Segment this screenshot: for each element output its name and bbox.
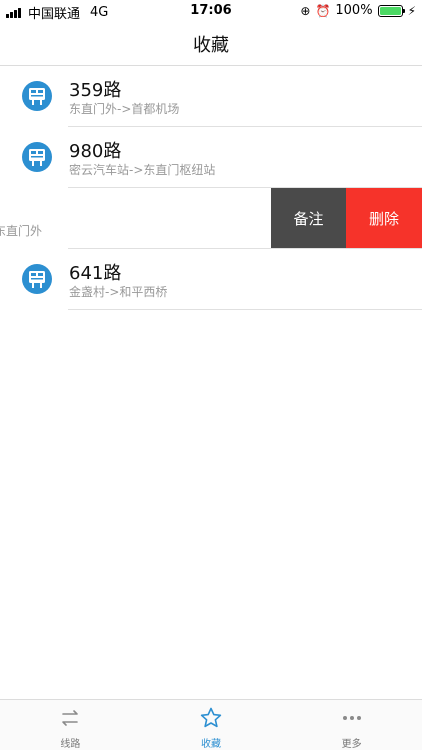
bus-stop-icon [22,81,52,111]
battery-icon [377,4,405,17]
route-direction: 金盏村->和平西桥 [69,285,168,299]
charging-icon: ⚡ [407,3,416,18]
bus-stop-icon [22,264,52,294]
list-item[interactable]: 641路 金盏村->和平西桥 [0,249,422,310]
route-direction: 东直门外->首都机场 [69,102,180,116]
battery-percent: 100% [335,3,373,18]
route-direction: 密云汽车站->东直门枢纽站 [69,163,216,177]
divider [68,309,422,310]
navigation-bar: 收藏 [0,22,422,66]
more-dots-icon [340,706,364,730]
tab-routes[interactable]: 线路 [0,700,141,750]
route-name: 359路 [69,80,122,101]
list-item-swiped[interactable]: 东直门外 备注 删除 [0,188,422,249]
delete-button[interactable]: 删除 [346,188,422,248]
swipe-actions: 备注 删除 [271,188,422,248]
route-direction: 东直门外 [0,224,43,238]
route-name: 980路 [69,141,122,162]
tab-label: 更多 [341,739,362,750]
orientation-lock-icon: ⊕ [300,3,311,18]
status-bar: 中国联通 4G 17:06 ⊕ ⏰ 100% ⚡ [0,0,422,22]
status-right: ⊕ ⏰ 100% ⚡ [300,3,416,18]
tab-bar: 线路 收藏 更多 [0,699,422,750]
tab-label: 收藏 [201,739,221,750]
tab-label: 线路 [60,739,81,750]
route-name: 641路 [69,263,122,284]
bus-stop-icon [22,142,52,172]
alarm-icon: ⏰ [315,3,331,18]
tab-more[interactable]: 更多 [281,700,422,750]
star-icon [199,706,223,730]
favorites-list: 359路 东直门外->首都机场 980路 密云汽车站->东直门枢纽站 东直门外 … [0,66,422,310]
switch-arrows-icon [58,706,82,730]
note-button[interactable]: 备注 [271,188,346,248]
page-title: 收藏 [193,34,229,56]
list-item[interactable]: 980路 密云汽车站->东直门枢纽站 [0,127,422,188]
tab-favorites[interactable]: 收藏 [141,700,282,750]
list-item[interactable]: 359路 东直门外->首都机场 [0,66,422,127]
